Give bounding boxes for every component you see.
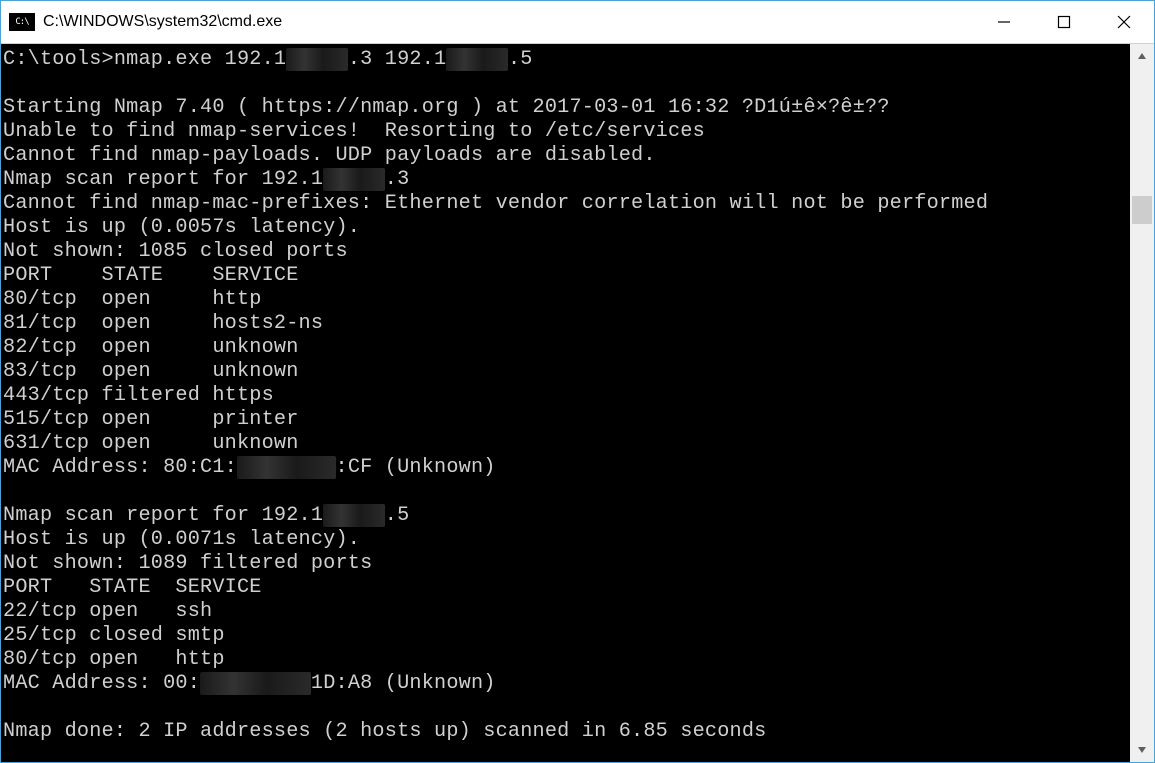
port-row: 82/tcp open unknown [3, 336, 299, 359]
output-line: .3 [385, 168, 410, 191]
mac-line: :CF (Unknown) [336, 456, 496, 479]
titlebar[interactable]: C:\ C:\WINDOWS\system32\cmd.exe [1, 1, 1154, 44]
redacted-ip: 68.10 [323, 504, 385, 527]
redacted-mac: 0C:29:4E: [200, 672, 311, 695]
port-row: 83/tcp open unknown [3, 360, 299, 383]
minimize-button[interactable] [974, 1, 1034, 43]
port-row: 80/tcp open http [3, 288, 262, 311]
mac-line: 1D:A8 (Unknown) [311, 672, 496, 695]
scroll-up-arrow[interactable] [1130, 44, 1154, 68]
cmd-icon: C:\ [9, 13, 35, 31]
output-line: Cannot find nmap-payloads. UDP payloads … [3, 144, 656, 167]
port-header: PORT STATE SERVICE [3, 576, 262, 599]
output-line: Nmap scan report for 192.1 [3, 504, 323, 527]
redacted-ip: 68.1 [446, 48, 508, 71]
scroll-track[interactable] [1130, 68, 1154, 738]
window-controls [974, 1, 1154, 43]
cmd-text: nmap.exe 192.1 [114, 48, 286, 71]
redacted-mac: 6E:2F:D3 [237, 456, 336, 479]
port-row: 515/tcp open printer [3, 408, 299, 431]
scroll-thumb[interactable] [1132, 196, 1152, 224]
console-output[interactable]: C:\tools>nmap.exe 192.168.1 .3 192.168.1… [1, 44, 1130, 762]
output-line: Nmap scan report for 192.1 [3, 168, 323, 191]
port-header: PORT STATE SERVICE [3, 264, 299, 287]
output-line: Cannot find nmap-mac-prefixes: Ethernet … [3, 192, 988, 215]
output-line: Host is up (0.0071s latency). [3, 528, 360, 551]
console-area: C:\tools>nmap.exe 192.168.1 .3 192.168.1… [1, 44, 1154, 762]
output-line: Not shown: 1089 filtered ports [3, 552, 372, 575]
port-row: 631/tcp open unknown [3, 432, 299, 455]
mac-line: MAC Address: 80:C1: [3, 456, 237, 479]
scroll-down-arrow[interactable] [1130, 738, 1154, 762]
redacted-ip: 68.10 [323, 168, 385, 191]
close-button[interactable] [1094, 1, 1154, 43]
port-row: 81/tcp open hosts2-ns [3, 312, 323, 335]
port-row: 80/tcp open http [3, 648, 225, 671]
cmd-text: .5 [508, 48, 533, 71]
cmd-text: .3 192.1 [348, 48, 447, 71]
port-row: 25/tcp closed smtp [3, 624, 225, 647]
port-row: 443/tcp filtered https [3, 384, 274, 407]
mac-line: MAC Address: 00: [3, 672, 200, 695]
prompt-path: C:\tools> [3, 48, 114, 71]
output-line: .5 [385, 504, 410, 527]
output-line: Starting Nmap 7.40 ( https://nmap.org ) … [3, 96, 890, 119]
window-title: C:\WINDOWS\system32\cmd.exe [43, 13, 974, 31]
output-line: Nmap done: 2 IP addresses (2 hosts up) s… [3, 720, 767, 743]
vertical-scrollbar[interactable] [1130, 44, 1154, 762]
redacted-ip: 68.1 [286, 48, 348, 71]
maximize-button[interactable] [1034, 1, 1094, 43]
output-line: Unable to find nmap-services! Resorting … [3, 120, 705, 143]
port-row: 22/tcp open ssh [3, 600, 212, 623]
output-line: Host is up (0.0057s latency). [3, 216, 360, 239]
output-line: Not shown: 1085 closed ports [3, 240, 348, 263]
